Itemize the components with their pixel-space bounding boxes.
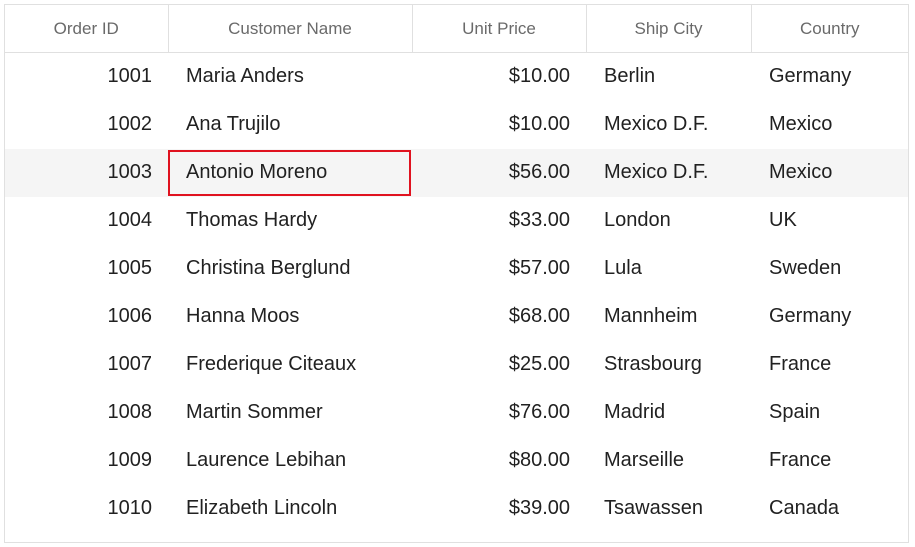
table-row[interactable]: 1005 Christina Berglund $57.00 Lula Swed… xyxy=(5,245,908,293)
customer-name-cell[interactable]: Ana Trujilo xyxy=(168,101,412,149)
order-id-cell[interactable]: 1004 xyxy=(5,197,168,245)
unit-price-cell[interactable]: $10.00 xyxy=(412,101,586,149)
customer-name-cell[interactable]: Frederique Citeaux xyxy=(168,341,412,389)
column-header-customer-name[interactable]: Customer Name xyxy=(168,5,413,53)
country-cell[interactable]: France xyxy=(751,437,908,485)
table-row[interactable]: 1006 Hanna Moos $68.00 Mannheim Germany xyxy=(5,293,908,341)
unit-price-cell[interactable]: $57.00 xyxy=(412,245,586,293)
column-header-order-id[interactable]: Order ID xyxy=(5,5,169,53)
ship-city-cell[interactable]: Madrid xyxy=(586,389,751,437)
ship-city-cell[interactable]: London xyxy=(586,197,751,245)
orders-table: Order ID Customer Name Unit Price Ship C… xyxy=(5,5,908,533)
table-row-selected[interactable]: 1003 Antonio Moreno $56.00 Mexico D.F. M… xyxy=(5,148,908,197)
country-cell[interactable]: UK xyxy=(751,197,908,245)
unit-price-cell[interactable]: $10.00 xyxy=(412,53,586,101)
order-id-cell[interactable]: 1006 xyxy=(5,293,168,341)
table-row[interactable]: 1009 Laurence Lebihan $80.00 Marseille F… xyxy=(5,437,908,485)
customer-name-cell[interactable]: Maria Anders xyxy=(168,53,412,101)
header-row: Order ID Customer Name Unit Price Ship C… xyxy=(5,5,908,53)
column-header-ship-city[interactable]: Ship City xyxy=(586,5,752,53)
customer-name-cell[interactable]: Hanna Moos xyxy=(168,293,412,341)
country-cell[interactable]: France xyxy=(751,341,908,389)
unit-price-cell[interactable]: $56.00 xyxy=(412,148,586,197)
customer-name-cell[interactable]: Elizabeth Lincoln xyxy=(168,485,412,533)
country-cell[interactable]: Germany xyxy=(751,293,908,341)
unit-price-cell[interactable]: $80.00 xyxy=(412,437,586,485)
unit-price-cell[interactable]: $76.00 xyxy=(412,389,586,437)
customer-name-cell-focused[interactable]: Antonio Moreno xyxy=(168,148,412,197)
ship-city-cell[interactable]: Mexico D.F. xyxy=(586,101,751,149)
unit-price-cell[interactable]: $25.00 xyxy=(412,341,586,389)
customer-name-cell[interactable]: Thomas Hardy xyxy=(168,197,412,245)
ship-city-cell[interactable]: Mannheim xyxy=(586,293,751,341)
country-cell[interactable]: Sweden xyxy=(751,245,908,293)
table-row[interactable]: 1002 Ana Trujilo $10.00 Mexico D.F. Mexi… xyxy=(5,101,908,149)
ship-city-cell[interactable]: Strasbourg xyxy=(586,341,751,389)
country-cell[interactable]: Canada xyxy=(751,485,908,533)
unit-price-cell[interactable]: $39.00 xyxy=(412,485,586,533)
order-id-cell[interactable]: 1008 xyxy=(5,389,168,437)
table-row[interactable]: 1007 Frederique Citeaux $25.00 Strasbour… xyxy=(5,341,908,389)
table-row[interactable]: 1004 Thomas Hardy $33.00 London UK xyxy=(5,197,908,245)
ship-city-cell[interactable]: Mexico D.F. xyxy=(586,148,751,197)
column-header-unit-price[interactable]: Unit Price xyxy=(412,5,587,53)
data-grid: Order ID Customer Name Unit Price Ship C… xyxy=(4,4,909,543)
customer-name-cell[interactable]: Martin Sommer xyxy=(168,389,412,437)
order-id-cell[interactable]: 1003 xyxy=(5,148,168,197)
order-id-cell[interactable]: 1009 xyxy=(5,437,168,485)
order-id-cell[interactable]: 1010 xyxy=(5,485,168,533)
table-row[interactable]: 1010 Elizabeth Lincoln $39.00 Tsawassen … xyxy=(5,485,908,533)
column-header-country[interactable]: Country xyxy=(751,5,908,53)
country-cell[interactable]: Mexico xyxy=(751,101,908,149)
order-id-cell[interactable]: 1002 xyxy=(5,101,168,149)
ship-city-cell[interactable]: Berlin xyxy=(586,53,751,101)
order-id-cell[interactable]: 1001 xyxy=(5,53,168,101)
order-id-cell[interactable]: 1007 xyxy=(5,341,168,389)
table-row[interactable]: 1008 Martin Sommer $76.00 Madrid Spain xyxy=(5,389,908,437)
country-cell[interactable]: Spain xyxy=(751,389,908,437)
unit-price-cell[interactable]: $33.00 xyxy=(412,197,586,245)
ship-city-cell[interactable]: Tsawassen xyxy=(586,485,751,533)
ship-city-cell[interactable]: Lula xyxy=(586,245,751,293)
customer-name-cell[interactable]: Laurence Lebihan xyxy=(168,437,412,485)
customer-name-text: Antonio Moreno xyxy=(186,161,328,183)
customer-name-cell[interactable]: Christina Berglund xyxy=(168,245,412,293)
unit-price-cell[interactable]: $68.00 xyxy=(412,293,586,341)
ship-city-cell[interactable]: Marseille xyxy=(586,437,751,485)
country-cell[interactable]: Germany xyxy=(751,53,908,101)
order-id-cell[interactable]: 1005 xyxy=(5,245,168,293)
table-row[interactable]: 1001 Maria Anders $10.00 Berlin Germany xyxy=(5,53,908,101)
country-cell[interactable]: Mexico xyxy=(751,148,908,197)
